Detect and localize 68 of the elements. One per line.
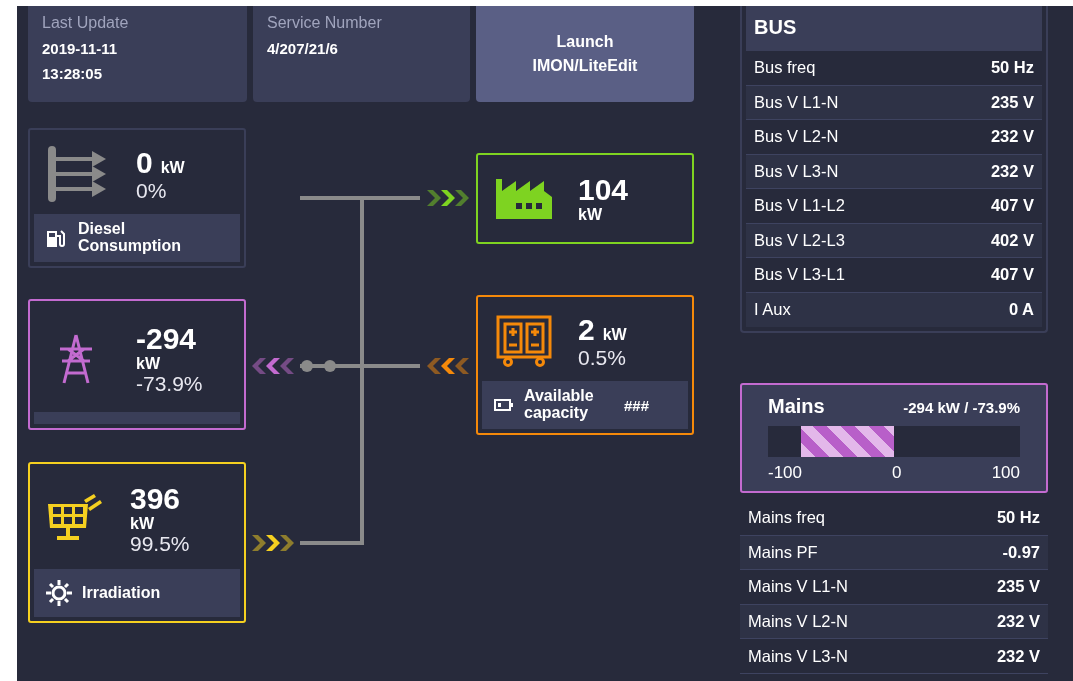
battery-pack-icon: [496, 315, 552, 367]
flow-arrow-icon: [252, 358, 294, 374]
row-label: Mains V L2-N: [748, 612, 848, 632]
power-reading: -294 kW / -73.9%: [903, 399, 1020, 416]
flow-arrow-icon: [427, 358, 469, 374]
power-unit: kW: [130, 514, 155, 533]
row-label: Mains V L1-N: [748, 577, 848, 597]
fuel-pump-icon: [46, 228, 68, 248]
row-label: Bus V L2-N: [754, 127, 839, 147]
row-label: Bus V L1-N: [754, 92, 839, 112]
info-value: 13:28:05: [42, 64, 104, 84]
power-percent: -73.9%: [136, 372, 203, 396]
panel-title: Mains: [768, 395, 825, 418]
scale-label: -100: [768, 463, 803, 483]
row-label: I Aux: [754, 300, 791, 320]
power-percent: 0%: [136, 178, 168, 203]
generator-arrows-icon: [48, 146, 108, 202]
power-percent: 0.5%: [578, 345, 627, 370]
row-label: Bus V L2-L3: [754, 230, 845, 250]
factory-icon: [496, 178, 552, 219]
power-value: 104: [578, 173, 629, 207]
footer-label: Irradiation: [82, 584, 162, 602]
breaker-dot: [301, 360, 313, 372]
power-unit: kW: [578, 206, 603, 224]
flow-arrow-icon: [252, 535, 294, 551]
row-label: Mains V L3-N: [748, 646, 848, 666]
sun-icon: [46, 580, 72, 606]
row-label: Bus V L3-N: [754, 161, 839, 181]
power-value: 2: [578, 312, 595, 346]
info-label: Last Update: [42, 14, 130, 32]
row-value: -0.97: [1002, 542, 1040, 562]
row-value: 235 V: [990, 92, 1034, 112]
breaker-dot: [324, 360, 336, 372]
info-value: 2019-11-11: [42, 39, 119, 59]
power-unit: kW: [602, 325, 627, 344]
power-value: 396: [130, 481, 182, 515]
power-value: 0: [136, 145, 153, 179]
flow-arrow-icon: [427, 190, 469, 206]
footer-label: Diesel Consumption: [78, 221, 183, 255]
power-percent: 99.5%: [130, 532, 190, 556]
row-value: 232 V: [990, 161, 1034, 181]
row-value: 0 A: [1008, 300, 1034, 320]
row-value: 232 V: [990, 127, 1034, 147]
row-label: Mains PF: [748, 542, 818, 562]
info-label: Service Number: [267, 14, 383, 32]
row-value: 407 V: [990, 265, 1034, 285]
info-value: 4/207/21/6: [267, 39, 339, 59]
row-value: 50 Hz: [990, 58, 1034, 78]
scale-label: 0: [892, 463, 902, 483]
row-label: Bus V L3-L1: [754, 265, 845, 285]
power-value: -294: [136, 321, 198, 355]
row-label: Mains freq: [748, 508, 826, 528]
launch-button[interactable]: Launch IMON/LiteEdit: [476, 6, 694, 102]
row-value: 232 V: [996, 646, 1040, 666]
row-label: Bus V L1-L2: [754, 196, 845, 216]
panel-title: BUS: [746, 6, 1042, 51]
footer-label: Available capacity: [524, 388, 595, 422]
battery-icon: [494, 399, 514, 411]
power-unit: kW: [136, 354, 161, 373]
row-value: 407 V: [990, 196, 1034, 216]
scale-label: 100: [991, 463, 1020, 483]
row-value: 235 V: [996, 577, 1040, 597]
row-value: 402 V: [990, 230, 1034, 250]
footer-value: ###: [624, 396, 650, 414]
row-value: 50 Hz: [996, 508, 1040, 528]
row-value: 232 V: [996, 612, 1040, 632]
row-label: Bus freq: [754, 58, 816, 78]
power-unit: kW: [160, 158, 185, 177]
